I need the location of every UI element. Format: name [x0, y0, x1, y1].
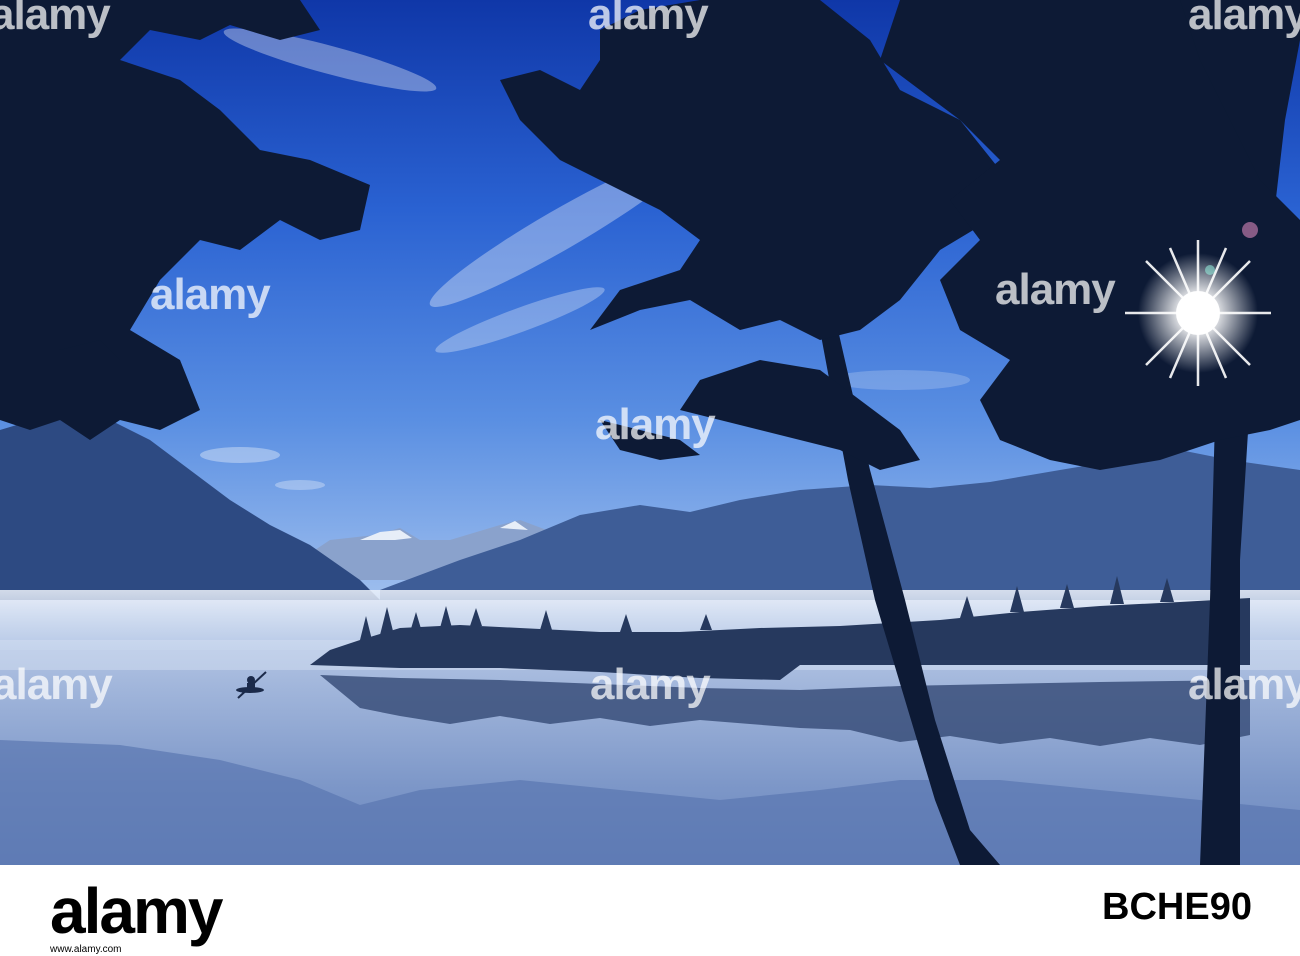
footer-bar: alamy BCHE90 www.alamy.com — [0, 865, 1300, 956]
alamy-logo: alamy — [50, 875, 223, 947]
site-url: www.alamy.com — [50, 944, 122, 955]
watermark: alamy — [995, 265, 1116, 314]
watermark: alamy — [1188, 660, 1300, 709]
watermark: alamy — [0, 0, 111, 39]
watermark: alamy — [150, 270, 271, 319]
watermark: alamy — [1188, 0, 1300, 39]
watermark: alamy — [595, 400, 716, 449]
landscape-photo: alamy alamy alamy alamy alamy alamy alam… — [0, 0, 1300, 865]
image-id: BCHE90 — [1102, 886, 1252, 928]
watermark: alamy — [588, 0, 709, 39]
watermark: alamy — [590, 660, 711, 709]
watermark: alamy — [0, 660, 113, 709]
